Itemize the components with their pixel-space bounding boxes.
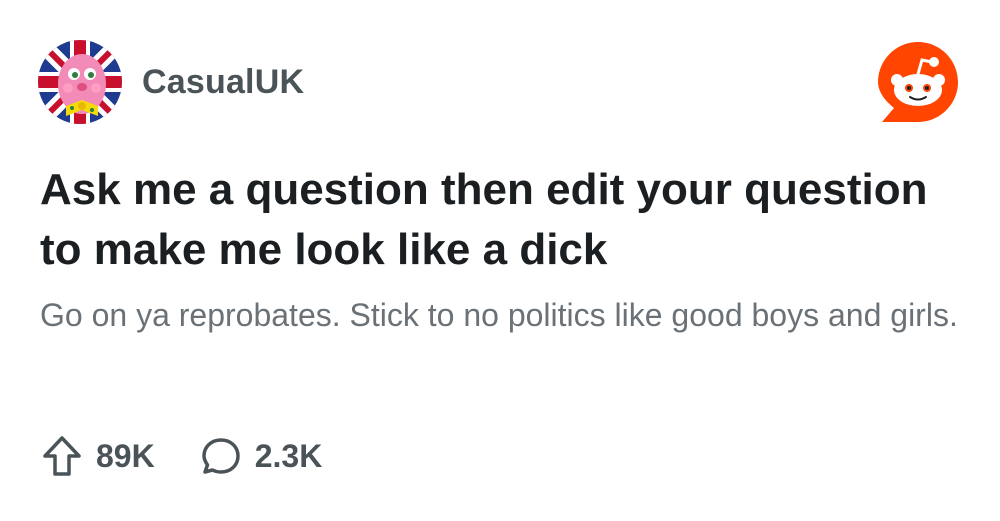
post-stats: 89K 2.3K [40,432,366,480]
upvote-arrow-icon[interactable] [40,434,84,478]
comment-bubble-icon[interactable] [199,434,243,478]
post-title[interactable]: Ask me a question then edit your questio… [40,160,940,280]
comment-count: 2.3K [254,437,323,474]
post-header: CasualUK [38,40,304,124]
post-body[interactable]: Go on ya reprobates. Stick to no politic… [40,292,960,384]
reddit-logo-icon [874,38,962,126]
subreddit-avatar-icon[interactable] [38,40,122,124]
comment-stat[interactable]: 2.3K [199,434,323,478]
text-fade-overlay [40,338,960,384]
post-body-text: Go on ya reprobates. Stick to no politic… [40,297,958,333]
reddit-post-card: CasualUK Ask me a question then edit you… [0,0,1000,521]
upvote-stat[interactable]: 89K [40,434,155,478]
upvote-count: 89K [96,437,155,474]
subreddit-name[interactable]: CasualUK [142,63,304,102]
